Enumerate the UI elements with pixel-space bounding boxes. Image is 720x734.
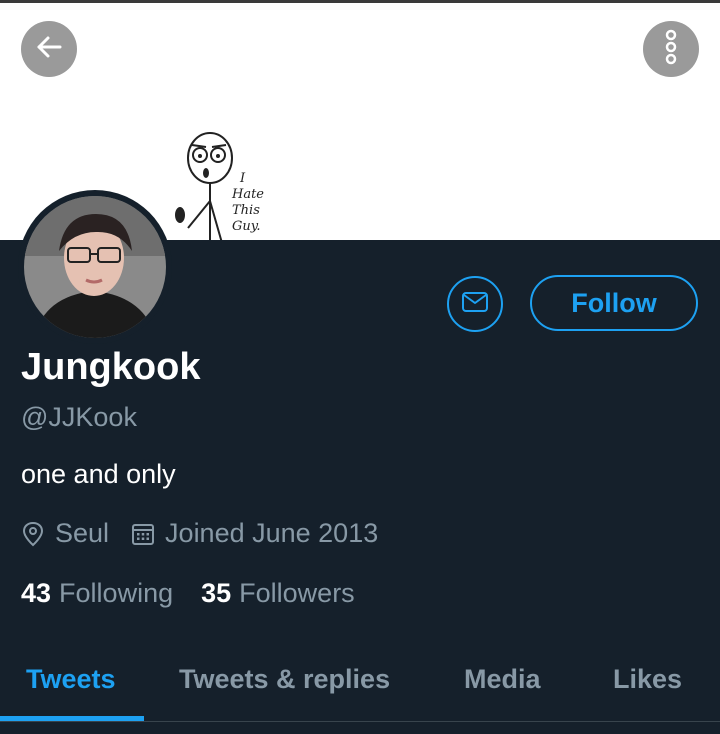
profile-bio: one and only: [21, 459, 176, 489]
tab-tweets-replies[interactable]: Tweets & replies: [179, 664, 390, 695]
followers-link[interactable]: 35 Followers: [201, 578, 355, 609]
follow-button[interactable]: Follow: [530, 275, 698, 331]
profile-tabs: Tweets Tweets & replies Media Likes: [0, 650, 720, 722]
tab-tweets[interactable]: Tweets: [26, 664, 116, 695]
sketch-caption-line: Hate: [232, 187, 265, 202]
location-pin-icon: [21, 521, 45, 547]
avatar-photo: [24, 196, 166, 338]
calendar-icon: [131, 522, 155, 546]
profile-meta: Seul Joined June 2013: [21, 518, 378, 549]
mail-icon: [461, 291, 489, 318]
more-options-button[interactable]: [643, 21, 699, 77]
back-button[interactable]: [21, 21, 77, 77]
profile-joined-date: Joined June 2013: [165, 518, 379, 548]
follow-counts: 43 Following 35 Followers: [21, 578, 355, 609]
sketch-caption-line: This: [232, 203, 260, 218]
followers-count: 35: [201, 578, 232, 608]
tab-media[interactable]: Media: [464, 664, 541, 695]
message-button[interactable]: [447, 276, 503, 332]
avatar[interactable]: [18, 190, 172, 344]
profile-name: Jungkook: [21, 346, 201, 388]
sketch-caption: I Hate This Guy.: [232, 171, 264, 235]
tab-likes[interactable]: Likes: [613, 664, 682, 695]
sketch-caption-line: Guy.: [232, 219, 261, 234]
following-label: Following: [59, 578, 174, 608]
banner-sketch: [160, 123, 290, 240]
back-arrow-icon: [34, 32, 64, 67]
tabs-divider: [0, 721, 720, 722]
following-link[interactable]: 43 Following: [21, 578, 173, 609]
profile-location: Seul: [55, 518, 110, 548]
more-vertical-icon: [661, 29, 681, 70]
profile-handle: @JJKook: [21, 402, 137, 432]
following-count: 43: [21, 578, 52, 608]
followers-label: Followers: [239, 578, 355, 608]
sketch-caption-line: I: [240, 171, 246, 186]
